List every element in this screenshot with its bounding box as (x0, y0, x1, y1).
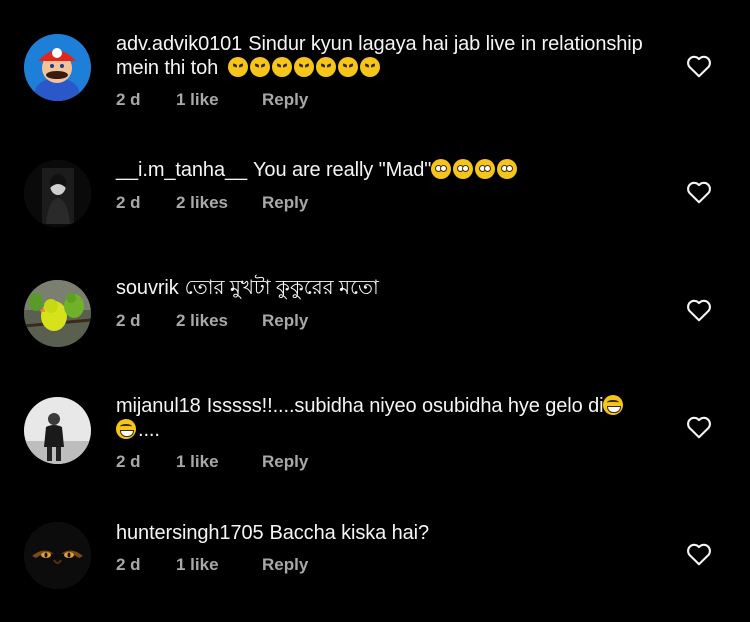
comment-likes[interactable]: 1 like (176, 90, 262, 110)
comment-body: You are really "Mad" (253, 159, 432, 181)
comment-text: huntersingh1705 Baccha kiska hai? (116, 521, 656, 545)
comment-username[interactable]: souvrik (116, 277, 179, 299)
reply-button[interactable]: Reply (262, 311, 308, 331)
like-heart-icon[interactable] (686, 298, 712, 322)
parrots-avatar-icon (24, 280, 91, 347)
comment-likes[interactable]: 2 likes (176, 311, 262, 331)
comment-username[interactable]: __i.m_tanha__ (116, 159, 247, 181)
comment-meta: 2 d 1 like Reply (116, 555, 308, 575)
avatar[interactable] (24, 280, 91, 347)
person-photo-avatar-icon (24, 160, 91, 227)
comment-age: 2 d (116, 555, 141, 574)
comment-body: Sindur kyun lagaya hai jab live in relat… (248, 33, 643, 55)
laughing-emoji-icon (603, 395, 625, 417)
comment-body: তোর মুখটা কুকুরের মতো (184, 277, 379, 299)
comment-username[interactable]: mijanul18 (116, 395, 201, 417)
comment-text: adv.advik0101 Sindur kyun lagaya hai jab … (116, 32, 656, 80)
reply-button[interactable]: Reply (262, 193, 308, 213)
like-heart-icon[interactable] (686, 415, 712, 439)
like-heart-icon[interactable] (686, 180, 712, 204)
person-photo-avatar-icon (24, 397, 91, 464)
comment-age: 2 d (116, 452, 141, 471)
reply-button[interactable]: Reply (262, 452, 308, 472)
angry-emoji-icon (227, 57, 382, 79)
comment-username[interactable]: huntersingh1705 (116, 522, 264, 544)
comment-likes[interactable]: 1 like (176, 555, 262, 575)
reply-button[interactable]: Reply (262, 90, 308, 110)
comment-age: 2 d (116, 90, 141, 109)
comment-body-continued: mein thi toh (116, 57, 219, 79)
comment-meta: 2 d 1 like Reply (116, 452, 308, 472)
avatar[interactable] (24, 34, 91, 101)
comment-text: __i.m_tanha__ You are really "Mad" (116, 158, 656, 182)
comment-meta: 2 d 2 likes Reply (116, 311, 308, 331)
reply-button[interactable]: Reply (262, 555, 308, 575)
laughing-emoji-icon (116, 419, 138, 441)
comment-body: Baccha kiska hai? (269, 522, 430, 544)
comment-age: 2 d (116, 311, 141, 330)
mario-avatar-icon (24, 34, 91, 101)
comment-age: 2 d (116, 193, 141, 212)
comment-username[interactable]: adv.advik0101 (116, 33, 242, 55)
avatar[interactable] (24, 160, 91, 227)
comment-body-continued: .... (138, 419, 160, 441)
comment-likes[interactable]: 1 like (176, 452, 262, 472)
flushed-emoji-icon (431, 159, 519, 181)
like-heart-icon[interactable] (686, 542, 712, 566)
comment-text: souvrik তোর মুখটা কুকুরের মতো (116, 276, 656, 300)
avatar[interactable] (24, 397, 91, 464)
comment-meta: 2 d 2 likes Reply (116, 193, 308, 213)
tiger-eyes-avatar-icon (24, 522, 91, 589)
like-heart-icon[interactable] (686, 54, 712, 78)
comment-likes[interactable]: 2 likes (176, 193, 262, 213)
comment-meta: 2 d 1 like Reply (116, 90, 308, 110)
comment-body: Isssss!!....subidha niyeo osubidha hye g… (206, 395, 604, 417)
avatar[interactable] (24, 522, 91, 589)
comment-text: mijanul18 Isssss!!....subidha niyeo osubi… (116, 394, 656, 442)
